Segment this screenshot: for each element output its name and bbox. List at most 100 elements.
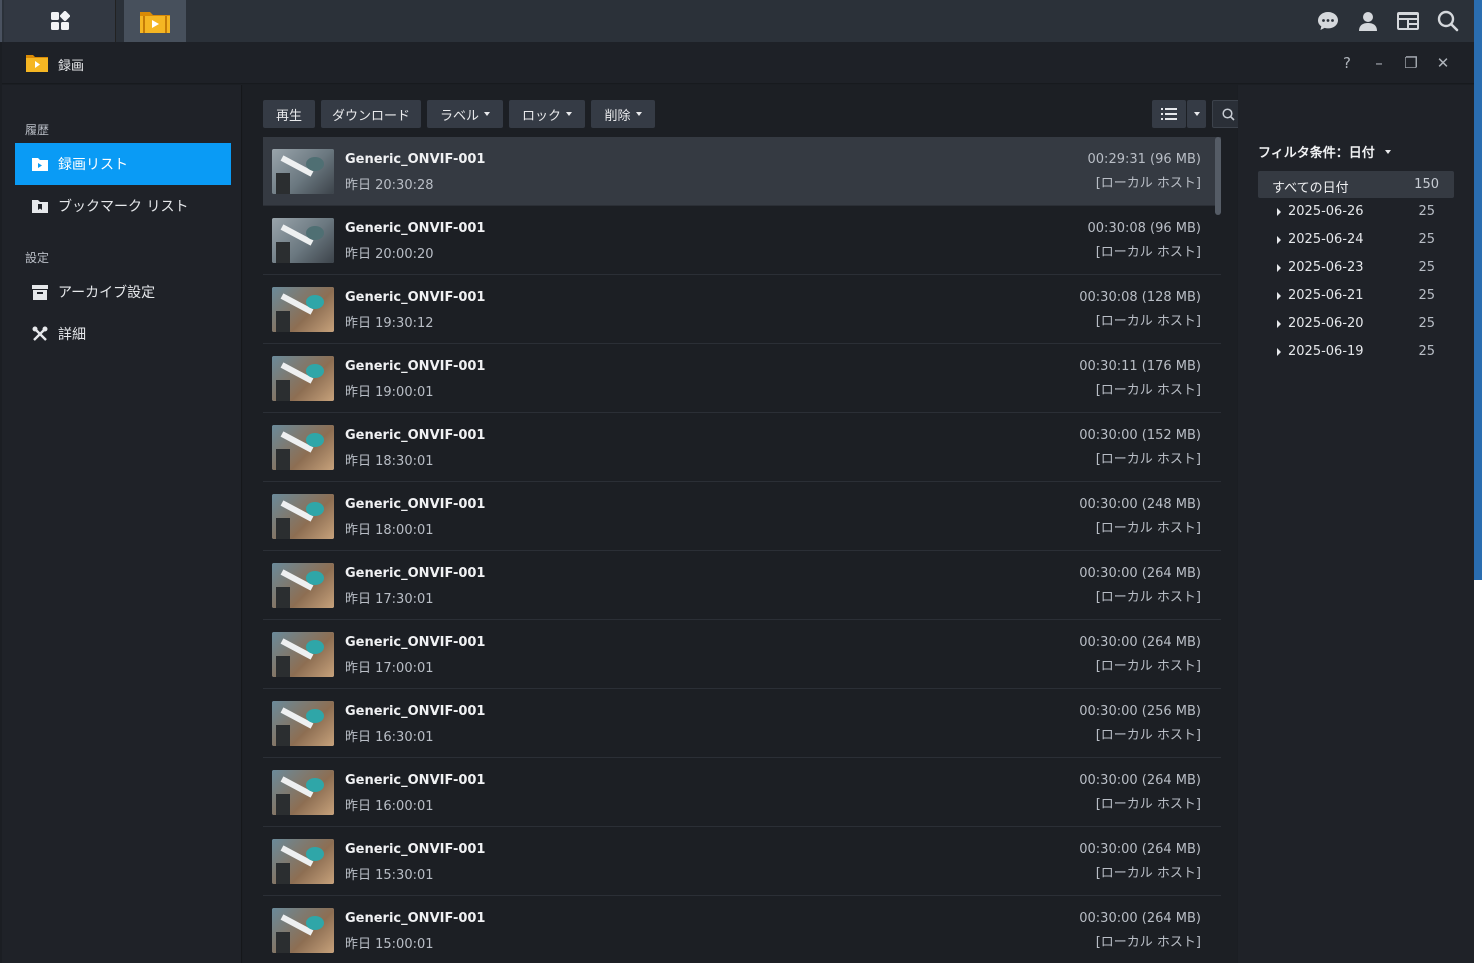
caret-down-icon	[635, 112, 642, 116]
recording-duration: 00:30:00 (264 MB)	[1079, 911, 1201, 926]
recording-start-time: 昨日 15:30:01	[345, 868, 434, 883]
filter-title: フィルタ条件：日付	[1258, 146, 1375, 161]
filter-date-item[interactable]: 2025-06-26 25	[1258, 198, 1454, 226]
recording-host: [ローカル ホスト]	[1095, 383, 1201, 398]
help-button[interactable]: ?	[1336, 52, 1358, 74]
recording-row[interactable]: Generic_ONVIF-001 昨日 17:30:01 00:30:00 (26…	[263, 551, 1221, 620]
expand-arrow-icon[interactable]	[1277, 320, 1281, 328]
recording-thumbnail	[272, 770, 334, 815]
close-button[interactable]: ✕	[1432, 52, 1454, 74]
recording-camera-name: Generic_ONVIF-001	[345, 497, 486, 512]
recording-thumbnail	[272, 494, 334, 539]
recording-camera-name: Generic_ONVIF-001	[345, 290, 486, 305]
background-window-edge	[1474, 0, 1482, 963]
main-menu-button[interactable]	[4, 0, 116, 42]
recording-row[interactable]: Generic_ONVIF-001 昨日 16:00:01 00:30:00 (26…	[263, 758, 1221, 827]
recording-row[interactable]: Generic_ONVIF-001 昨日 18:30:01 00:30:00 (15…	[263, 413, 1221, 482]
maximize-button[interactable]: ❐	[1400, 52, 1422, 74]
recording-row[interactable]: Generic_ONVIF-001 昨日 20:00:20 00:30:08 (96…	[263, 206, 1221, 275]
recording-duration: 00:30:11 (176 MB)	[1079, 359, 1201, 374]
recording-camera-name: Generic_ONVIF-001	[345, 704, 486, 719]
list-view-button[interactable]	[1152, 100, 1186, 128]
recording-list: Generic_ONVIF-001 昨日 20:30:28 00:29:31 (96…	[263, 137, 1221, 963]
recording-duration: 00:30:08 (128 MB)	[1079, 290, 1201, 305]
filter-all-count: 150	[1414, 177, 1439, 192]
recording-start-time: 昨日 18:00:01	[345, 523, 434, 538]
filter-date-label: 2025-06-26	[1288, 204, 1364, 219]
recording-duration: 00:30:00 (248 MB)	[1079, 497, 1201, 512]
search-icon[interactable]	[1428, 0, 1468, 42]
caret-down-icon	[484, 112, 490, 116]
filter-date-item[interactable]: 2025-06-23 25	[1258, 254, 1454, 282]
sidebar-item-bookmark-list[interactable]: ブックマーク リスト	[15, 185, 231, 227]
recording-host: [ローカル ホスト]	[1095, 314, 1201, 329]
recording-row[interactable]: Generic_ONVIF-001 昨日 16:30:01 00:30:00 (25…	[263, 689, 1221, 758]
download-button-label: ダウンロード	[331, 108, 410, 124]
sidebar-section-history: 履歴	[25, 123, 50, 137]
recording-thumbnail	[272, 632, 334, 677]
caret-down-icon	[1193, 112, 1200, 116]
recording-camera-name: Generic_ONVIF-001	[345, 428, 486, 443]
recording-row[interactable]: Generic_ONVIF-001 昨日 19:30:12 00:30:08 (12…	[263, 275, 1221, 344]
sidebar-item-archive-settings[interactable]: アーカイブ設定	[15, 271, 231, 313]
filter-date-count: 25	[1418, 316, 1435, 331]
expand-arrow-icon[interactable]	[1277, 348, 1281, 356]
recording-row[interactable]: Generic_ONVIF-001 昨日 20:30:28 00:29:31 (96…	[263, 137, 1221, 206]
recording-camera-name: Generic_ONVIF-001	[345, 842, 486, 857]
download-button[interactable]: ダウンロード	[321, 100, 421, 128]
play-button[interactable]: 再生	[263, 100, 315, 128]
lock-dropdown[interactable]: ロック	[509, 100, 585, 128]
recording-thumbnail	[272, 287, 334, 332]
recording-camera-name: Generic_ONVIF-001	[345, 221, 486, 236]
expand-arrow-icon[interactable]	[1277, 264, 1281, 272]
list-scrollbar[interactable]	[1215, 137, 1221, 215]
archive-box-icon	[31, 283, 49, 301]
view-options-dropdown[interactable]	[1187, 100, 1206, 128]
expand-arrow-icon[interactable]	[1277, 292, 1281, 300]
filter-all-dates[interactable]: すべての日付 150	[1258, 171, 1454, 198]
recording-row[interactable]: Generic_ONVIF-001 昨日 15:30:01 00:30:00 (26…	[263, 827, 1221, 896]
recording-start-time: 昨日 18:30:01	[345, 454, 434, 469]
filter-date-count: 25	[1418, 232, 1435, 247]
user-icon[interactable]	[1348, 0, 1388, 42]
sidebar-item-recording-list[interactable]: 録画リスト	[15, 143, 231, 185]
filter-date-item[interactable]: 2025-06-24 25	[1258, 226, 1454, 254]
play-button-label: 再生	[275, 108, 302, 124]
delete-dropdown[interactable]: 削除	[591, 100, 655, 128]
caret-down-icon	[566, 112, 572, 116]
filter-date-label: 2025-06-23	[1288, 260, 1364, 275]
chat-icon[interactable]	[1308, 0, 1348, 42]
sidebar-item-label: 録画リスト	[58, 157, 128, 173]
filter-date-item[interactable]: 2025-06-21 25	[1258, 282, 1454, 310]
taskbar	[0, 0, 1474, 42]
label-dropdown[interactable]: ラベル	[427, 100, 503, 128]
video-app-taskbar-button[interactable]	[124, 0, 186, 42]
minimize-button[interactable]: –	[1368, 52, 1390, 74]
folder-bookmark-icon	[31, 197, 49, 215]
recording-row[interactable]: Generic_ONVIF-001 昨日 15:00:01 00:30:00 (26…	[263, 896, 1221, 963]
recording-duration: 00:30:00 (264 MB)	[1079, 773, 1201, 788]
video-folder-icon	[26, 53, 48, 76]
main-panel: 再生 ダウンロード ラベル ロック 削除 Generic_ONVIF-001 昨日…	[243, 85, 1454, 963]
recording-host: [ローカル ホスト]	[1095, 866, 1201, 881]
filter-date-item[interactable]: 2025-06-19 25	[1258, 338, 1454, 366]
expand-arrow-icon[interactable]	[1277, 208, 1281, 216]
recording-start-time: 昨日 20:00:20	[345, 247, 434, 262]
recording-row[interactable]: Generic_ONVIF-001 昨日 19:00:01 00:30:11 (17…	[263, 344, 1221, 413]
widgets-icon[interactable]	[1388, 0, 1428, 42]
recording-duration: 00:30:00 (152 MB)	[1079, 428, 1201, 443]
sidebar: 履歴 録画リスト ブックマーク リスト 設定 アーカイブ設定 詳細	[2, 85, 242, 963]
delete-dropdown-label: 削除	[604, 108, 631, 124]
background-window-strip	[1474, 0, 1482, 580]
folder-video-icon	[31, 155, 49, 173]
recording-row[interactable]: Generic_ONVIF-001 昨日 17:00:01 00:30:00 (26…	[263, 620, 1221, 689]
recording-row[interactable]: Generic_ONVIF-001 昨日 18:00:01 00:30:00 (24…	[263, 482, 1221, 551]
sidebar-section-settings: 設定	[25, 251, 50, 265]
list-icon	[1161, 108, 1177, 120]
filter-title-dropdown[interactable]: フィルタ条件：日付	[1258, 142, 1391, 161]
recording-thumbnail	[272, 425, 334, 470]
sidebar-item-details[interactable]: 詳細	[15, 313, 231, 355]
expand-arrow-icon[interactable]	[1277, 236, 1281, 244]
filter-date-item[interactable]: 2025-06-20 25	[1258, 310, 1454, 338]
recording-duration: 00:30:08 (96 MB)	[1087, 221, 1201, 236]
